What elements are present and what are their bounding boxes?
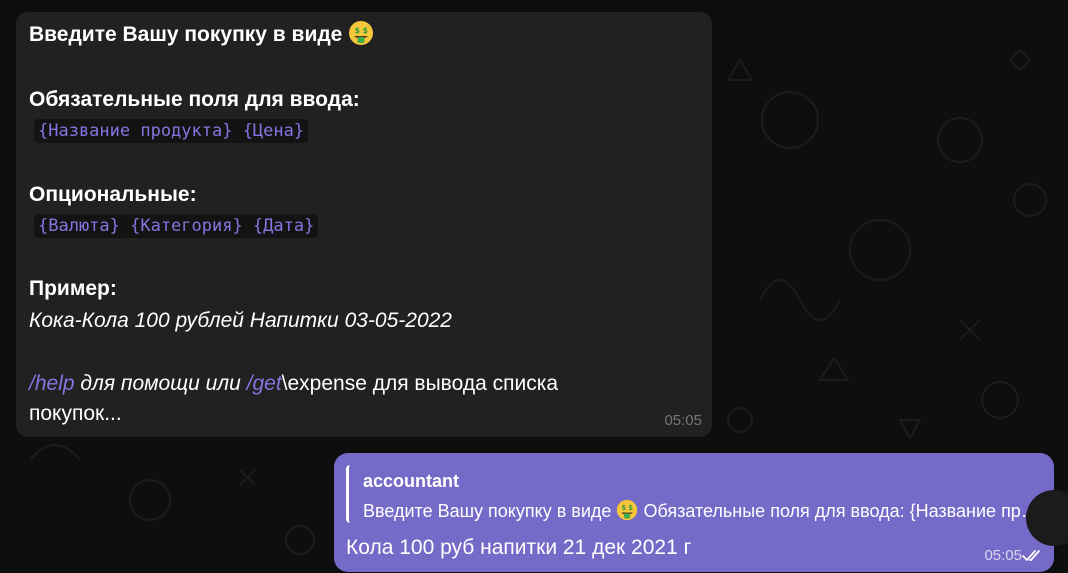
svg-text:$: $ [363, 26, 369, 35]
money-mouth-face-icon: $ $ [617, 499, 638, 521]
optional-fields-code[interactable]: {Валюта} {Категория} {Дата} [34, 214, 319, 238]
help-line-end: покупок... [29, 402, 122, 425]
example-label: Пример: [29, 277, 117, 300]
help-line: /help для помощи или /get\expense для вы… [29, 371, 558, 397]
message-title-line: Введите Вашу покупку в виде $ $ [29, 20, 374, 48]
reply-text: Введите Вашу покупку в виде $ $ Обязател… [363, 499, 1045, 522]
reply-text-start: Введите Вашу покупку в виде [363, 501, 612, 521]
get-rest-text: \expense для вывода списка [281, 372, 559, 395]
outgoing-message-time: 05:05 [984, 547, 1022, 564]
help-text: для помощи или [74, 372, 247, 395]
required-fields-code[interactable]: {Название продукта} {Цена} [34, 119, 309, 143]
reply-text-end: Обязательные поля для ввода: {Название п… [643, 501, 1045, 521]
svg-text:$: $ [622, 504, 627, 512]
reply-quote[interactable]: accountant Введите Вашу покупку в виде $… [346, 465, 1049, 523]
outgoing-message-bubble[interactable]: accountant Введите Вашу покупку в виде $… [334, 453, 1054, 572]
svg-text:$: $ [355, 26, 361, 35]
svg-text:$: $ [629, 504, 634, 512]
message-title: Введите Вашу покупку в виде [29, 23, 343, 46]
get-command-link[interactable]: /get [247, 372, 282, 395]
reply-author: accountant [363, 471, 460, 491]
outgoing-message-text: Кола 100 руб напитки 21 дек 2021 г [346, 536, 692, 559]
example-text: Кока-Кола 100 рублей Напитки 03-05-2022 [29, 309, 452, 332]
message-time: 05:05 [664, 412, 702, 429]
required-fields-label: Обязательные поля для ввода: [29, 88, 360, 111]
help-command-link[interactable]: /help [29, 372, 75, 395]
money-mouth-face-icon: $ $ [349, 21, 374, 45]
incoming-message-bubble[interactable]: Введите Вашу покупку в виде $ $ Обязател… [16, 12, 712, 437]
optional-fields-label: Опциональные: [29, 183, 197, 206]
double-check-icon [1022, 550, 1040, 561]
chat-messages[interactable]: Введите Вашу покупку в виде $ $ Обязател… [0, 0, 1068, 573]
